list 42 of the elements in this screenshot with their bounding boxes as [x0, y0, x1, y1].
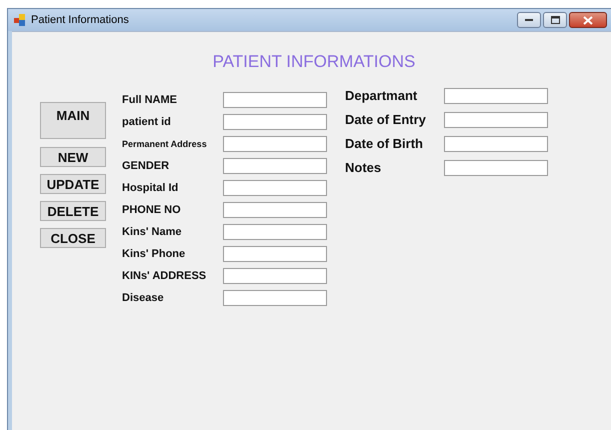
- form-button[interactable]: NEW: [40, 147, 106, 167]
- form-button[interactable]: UPDATE: [40, 174, 106, 194]
- field-label: Kins' Phone: [122, 248, 186, 260]
- input-field[interactable]: [444, 160, 548, 176]
- field-label: patient id: [122, 116, 172, 128]
- close-icon: [583, 16, 593, 24]
- field-label: Permanent Address: [122, 139, 208, 149]
- maximize-icon: [550, 16, 560, 24]
- window-title: Patient Informations: [31, 14, 129, 26]
- maximize-button[interactable]: [543, 12, 567, 28]
- input-field[interactable]: [444, 136, 548, 152]
- field-label: Date of Birth: [345, 135, 424, 153]
- input-field[interactable]: [223, 224, 327, 240]
- field-label: Notes: [345, 159, 382, 177]
- input-field[interactable]: [223, 268, 327, 284]
- input-field[interactable]: [223, 180, 327, 196]
- input-field[interactable]: [223, 202, 327, 218]
- field-label: Disease: [122, 292, 165, 304]
- input-field[interactable]: [223, 136, 327, 152]
- field-label: KINs' ADDRESS: [122, 270, 208, 282]
- minimize-button[interactable]: [517, 12, 541, 28]
- field-label: Kins' Name: [122, 226, 182, 238]
- form-button[interactable]: CLOSE: [40, 228, 106, 248]
- field-label: PHONE NO: [122, 204, 182, 216]
- form-button[interactable]: DELETE: [40, 201, 106, 221]
- app-icon: [14, 14, 26, 26]
- field-label: Full NAME: [122, 94, 178, 106]
- close-button[interactable]: [569, 12, 607, 28]
- input-field[interactable]: [223, 92, 327, 108]
- input-field[interactable]: [223, 290, 327, 306]
- field-label: Hospital Id: [122, 182, 180, 194]
- field-label: Departmant: [345, 87, 418, 105]
- minimize-icon: [525, 18, 533, 22]
- form-button[interactable]: MAIN: [40, 102, 106, 139]
- input-field[interactable]: [444, 88, 548, 104]
- form-heading: PATIENT INFORMATIONS: [212, 52, 416, 72]
- input-field[interactable]: [223, 158, 327, 174]
- field-label: GENDER: [122, 160, 170, 172]
- field-label: Date of Entry: [345, 111, 427, 129]
- input-field[interactable]: [223, 114, 327, 130]
- input-field[interactable]: [444, 112, 548, 128]
- input-field[interactable]: [223, 246, 327, 262]
